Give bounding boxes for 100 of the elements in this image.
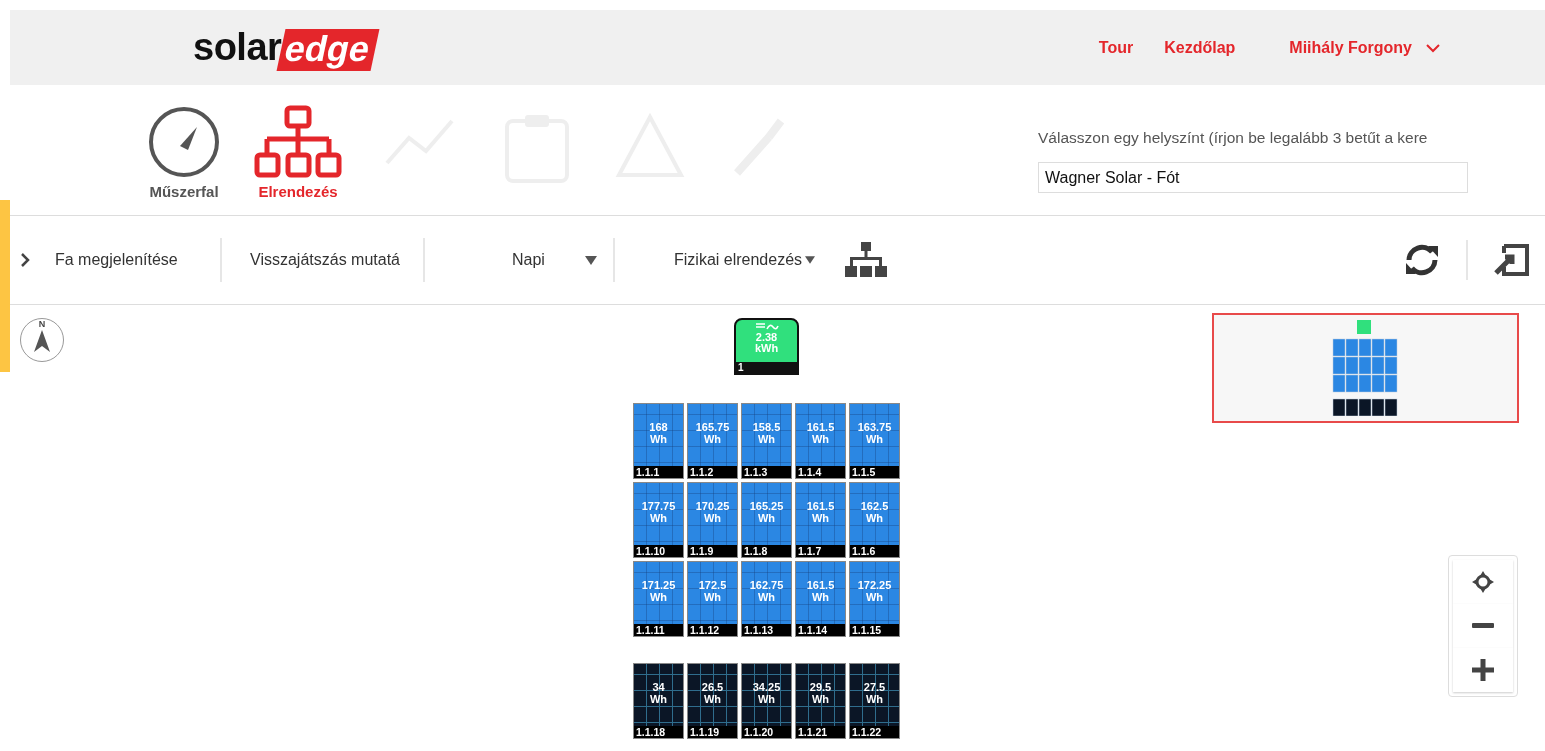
inverter[interactable]: 2.38 kWh 1 (734, 318, 799, 375)
solar-panel[interactable]: 163.75 Wh 1.1.5 (849, 403, 900, 479)
solar-panel[interactable]: 27.5 Wh 1.1.22 (849, 663, 900, 739)
panel-energy: 170.25 (695, 500, 730, 512)
panel-unit: Wh (703, 433, 722, 445)
solar-panel[interactable]: 162.75 Wh 1.1.13 (741, 561, 792, 637)
panel-id: 1.1.8 (742, 545, 791, 557)
panel-id: 1.1.2 (688, 466, 737, 478)
solar-panel[interactable]: 34.25 Wh 1.1.20 (741, 663, 792, 739)
panel-unit: Wh (811, 433, 830, 445)
solar-panel[interactable]: 177.75 Wh 1.1.10 (633, 482, 684, 558)
panel-energy: 34 (652, 681, 665, 693)
panel-unit: Wh (865, 693, 884, 705)
north-arrow-icon (34, 330, 50, 352)
panel-id: 1.1.12 (688, 624, 737, 636)
panel-unit: Wh (703, 512, 722, 524)
solar-panel[interactable]: 26.5 Wh 1.1.19 (687, 663, 738, 739)
panel-id: 1.1.18 (634, 726, 683, 738)
panel-energy: 171.25 (641, 579, 676, 591)
user-menu[interactable]: Miihály Forgony (1289, 38, 1412, 57)
playback-toggle[interactable]: Visszajátszás mutatá (250, 251, 400, 269)
panel-unit: Wh (811, 591, 830, 603)
panel-unit: Wh (649, 433, 668, 445)
panel-energy: 162.75 (749, 579, 784, 591)
panel-unit: Wh (865, 433, 884, 445)
ac-icon (754, 322, 779, 332)
nav-tab[interactable]: Elrendezés (248, 105, 348, 200)
panel-id: 1.1.7 (796, 545, 845, 557)
refresh-icon[interactable] (1404, 243, 1440, 277)
minimap[interactable] (1212, 313, 1519, 423)
panel-id: 1.1.9 (688, 545, 737, 557)
panel-energy: 161.5 (806, 500, 835, 512)
panel-unit: Wh (865, 591, 884, 603)
solar-panel[interactable]: 168 Wh 1.1.1 (633, 403, 684, 479)
expand-icon[interactable] (1494, 243, 1530, 277)
panel-energy: 163.75 (857, 421, 892, 433)
hierarchy-icon (254, 105, 342, 179)
solar-panel[interactable]: 162.5 Wh 1.1.6 (849, 482, 900, 558)
view-dropdown[interactable]: Fizikai elrendezés (674, 251, 816, 269)
solar-panel[interactable]: 172.25 Wh 1.1.15 (849, 561, 900, 637)
solar-panel[interactable]: 161.5 Wh 1.1.7 (795, 482, 846, 558)
panel-energy: 165.25 (749, 500, 784, 512)
panel-id: 1.1.1 (634, 466, 683, 478)
panel-unit: Wh (811, 512, 830, 524)
solar-panel[interactable]: 34 Wh 1.1.18 (633, 663, 684, 739)
panel-unit: Wh (757, 433, 776, 445)
period-dropdown[interactable]: Napi (425, 238, 615, 282)
panel-unit: Wh (757, 693, 776, 705)
plus-icon (1472, 659, 1494, 681)
crosshair-icon (1471, 570, 1495, 594)
panel-id: 1.1.6 (850, 545, 899, 557)
panel-id: 1.1.22 (850, 726, 899, 738)
caret-icon (805, 256, 816, 264)
panel-id: 1.1.19 (688, 726, 737, 738)
panel-id: 1.1.13 (742, 624, 791, 636)
header-link[interactable]: Kezdőlap (1164, 38, 1236, 57)
site-input-field[interactable]: Wagner Solar - Fót (1038, 162, 1468, 193)
panel-energy: 172.5 (698, 579, 727, 591)
panel-energy: 162.5 (860, 500, 889, 512)
panel-energy: 29.5 (809, 681, 832, 693)
panel-unit: Wh (649, 512, 668, 524)
solar-panel[interactable]: 161.5 Wh 1.1.4 (795, 403, 846, 479)
solar-panel[interactable]: 161.5 Wh 1.1.14 (795, 561, 846, 637)
panel-energy: 161.5 (806, 579, 835, 591)
solar-panel[interactable]: 29.5 Wh 1.1.21 (795, 663, 846, 739)
nav-tab[interactable]: Műszerfal (134, 105, 234, 200)
solar-panel[interactable]: 165.75 Wh 1.1.2 (687, 403, 738, 479)
tree-toggle[interactable]: Fa megjelenítése (55, 251, 178, 269)
panel-unit: Wh (703, 693, 722, 705)
panel-energy: 165.75 (695, 421, 730, 433)
panel-energy: 27.5 (863, 681, 886, 693)
inverter-energy: 2.38 (755, 332, 778, 343)
inverter-id: 1 (736, 362, 797, 373)
chevron-down-icon[interactable] (1426, 42, 1440, 53)
minus-icon (1472, 623, 1494, 629)
compass-letter: N (38, 319, 46, 330)
panel-id: 1.1.4 (796, 466, 845, 478)
gauge-icon (147, 105, 221, 179)
chevron-right-icon[interactable] (19, 252, 31, 268)
panel-unit: Wh (811, 693, 830, 705)
panel-id: 1.1.5 (850, 466, 899, 478)
solar-panel[interactable]: 171.25 Wh 1.1.11 (633, 561, 684, 637)
solar-panel[interactable]: 170.25 Wh 1.1.9 (687, 482, 738, 558)
panel-energy: 172.25 (857, 579, 892, 591)
panel-energy: 34.25 (752, 681, 781, 693)
zoom-in-button[interactable] (1453, 648, 1513, 692)
panel-id: 1.1.20 (742, 726, 791, 738)
solar-panel[interactable]: 165.25 Wh 1.1.8 (741, 482, 792, 558)
panel-unit: Wh (757, 512, 776, 524)
panel-id: 1.1.11 (634, 624, 683, 636)
header-link[interactable]: Tour (1098, 38, 1134, 57)
panel-unit: Wh (865, 512, 884, 524)
panel-unit: Wh (649, 693, 668, 705)
panel-id: 1.1.15 (850, 624, 899, 636)
hierarchy-icon[interactable] (845, 242, 888, 278)
solar-panel[interactable]: 172.5 Wh 1.1.12 (687, 561, 738, 637)
panel-energy: 158.5 (752, 421, 781, 433)
panel-id: 1.1.21 (796, 726, 845, 738)
panel-energy: 26.5 (701, 681, 724, 693)
solar-panel[interactable]: 158.5 Wh 1.1.3 (741, 403, 792, 479)
